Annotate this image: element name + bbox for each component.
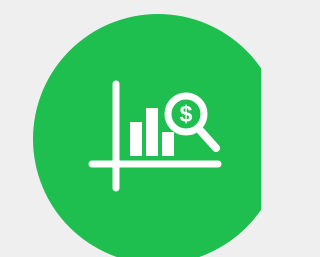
dollar-symbol: $ — [180, 101, 193, 127]
magnifier-handle — [194, 124, 220, 152]
financial-analysis-chart-icon: $ — [88, 80, 222, 192]
bar-medium — [146, 108, 158, 156]
icon-tile: $ — [0, 0, 261, 257]
bar-short — [130, 122, 142, 156]
bar-partial — [162, 132, 174, 156]
magnifier-icon: $ — [164, 92, 220, 152]
